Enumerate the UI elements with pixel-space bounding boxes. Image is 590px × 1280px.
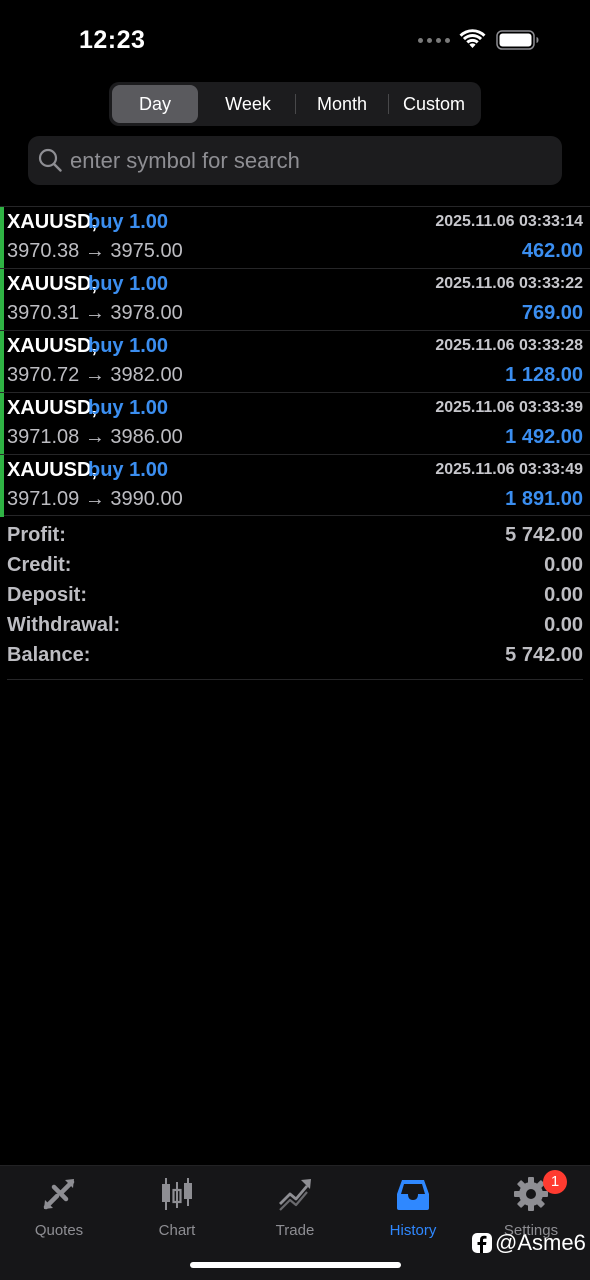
buy-indicator-bar — [0, 331, 4, 393]
trade-list: XAUUSD, buy 1.00 2025.11.06 03:33:14 397… — [0, 206, 590, 517]
price-arrow: → — [84, 488, 105, 510]
segment-month[interactable]: Month — [296, 85, 388, 123]
tab-label: History — [389, 1222, 437, 1239]
notification-badge: 1 — [543, 1170, 567, 1194]
status-bar: 12:23 — [0, 0, 590, 80]
trade-time: 2025.11.06 03:33:39 — [435, 399, 583, 416]
summary-withdrawal-row: Withdrawal: 0.00 — [7, 612, 583, 642]
price-arrow: → — [84, 364, 105, 386]
battery-icon — [496, 30, 539, 50]
tab-label: Quotes — [34, 1222, 84, 1239]
trade-profit: 1 128.00 — [505, 364, 583, 386]
status-time: 12:23 — [79, 26, 146, 54]
tab-trade[interactable]: Trade — [236, 1174, 354, 1240]
balance-value: 5 742.00 — [505, 644, 583, 666]
deposit-value: 0.00 — [544, 584, 583, 606]
period-segmented-control: Day Week Month Custom — [109, 82, 481, 126]
buy-indicator-bar — [0, 269, 4, 331]
trade-profit: 1 891.00 — [505, 488, 583, 510]
search-icon — [38, 148, 62, 172]
buy-indicator-bar — [0, 207, 4, 269]
facebook-icon — [472, 1233, 492, 1253]
trade-time: 2025.11.06 03:33:49 — [435, 461, 583, 478]
trade-symbol: XAUUSD, — [7, 211, 98, 233]
trade-type: buy 1.00 — [88, 335, 169, 357]
tab-history[interactable]: History — [354, 1174, 472, 1240]
trade-prices: 3970.31 → 3978.00 — [7, 302, 183, 325]
trade-row[interactable]: XAUUSD, buy 1.00 2025.11.06 03:33:49 397… — [0, 454, 590, 517]
trade-icon — [279, 1179, 311, 1211]
trade-time: 2025.11.06 03:33:28 — [435, 337, 583, 354]
profit-value: 5 742.00 — [505, 524, 583, 546]
price-arrow: → — [84, 240, 105, 262]
history-screen: 12:23 Day Week Month Custom enter symbol… — [0, 0, 590, 1280]
trade-row[interactable]: XAUUSD, buy 1.00 2025.11.06 03:33:22 397… — [0, 268, 590, 331]
withdrawal-value: 0.00 — [544, 614, 583, 636]
tab-label: Chart — [158, 1222, 196, 1239]
summary-profit-row: Profit: 5 742.00 — [7, 522, 583, 552]
close-price: 3986.00 — [110, 426, 183, 448]
open-price: 3971.08 — [7, 426, 80, 448]
summary-credit-row: Credit: 0.00 — [7, 552, 583, 582]
close-price: 3982.00 — [110, 364, 183, 386]
buy-indicator-bar — [0, 393, 4, 455]
credit-value: 0.00 — [544, 554, 583, 576]
balance-label: Balance: — [7, 644, 91, 666]
trade-profit: 462.00 — [521, 240, 583, 262]
trade-type: buy 1.00 — [88, 459, 169, 481]
open-price: 3971.09 — [7, 488, 80, 510]
signal-dots-icon — [418, 38, 450, 46]
trade-symbol: XAUUSD, — [7, 273, 98, 295]
price-arrow: → — [84, 302, 105, 324]
open-price: 3970.38 — [7, 240, 80, 262]
history-icon — [397, 1180, 429, 1210]
price-arrow: → — [84, 426, 105, 448]
trade-prices: 3970.38 → 3975.00 — [7, 240, 183, 263]
account-summary: Profit: 5 742.00 Credit: 0.00 Deposit: 0… — [7, 522, 583, 672]
withdrawal-label: Withdrawal: — [7, 614, 121, 636]
profit-label: Profit: — [7, 524, 66, 546]
summary-divider — [7, 679, 583, 680]
trade-type: buy 1.00 — [88, 397, 169, 419]
chart-icon — [162, 1178, 192, 1210]
deposit-label: Deposit: — [7, 584, 87, 606]
tab-quotes[interactable]: Quotes — [0, 1174, 118, 1240]
trade-prices: 3970.72 → 3982.00 — [7, 364, 183, 387]
trade-symbol: XAUUSD, — [7, 459, 98, 481]
trade-profit: 769.00 — [521, 302, 583, 324]
trade-row[interactable]: XAUUSD, buy 1.00 2025.11.06 03:33:39 397… — [0, 392, 590, 455]
trade-row[interactable]: XAUUSD, buy 1.00 2025.11.06 03:33:14 397… — [0, 206, 590, 269]
segment-custom[interactable]: Custom — [389, 85, 479, 123]
trade-type: buy 1.00 — [88, 273, 169, 295]
tab-chart[interactable]: Chart — [118, 1174, 236, 1240]
credit-label: Credit: — [7, 554, 72, 576]
tab-label: Trade — [275, 1222, 315, 1239]
open-price: 3970.31 — [7, 302, 80, 324]
summary-deposit-row: Deposit: 0.00 — [7, 582, 583, 612]
trade-row[interactable]: XAUUSD, buy 1.00 2025.11.06 03:33:28 397… — [0, 330, 590, 393]
segment-day[interactable]: Day — [112, 85, 198, 123]
segment-week[interactable]: Week — [201, 85, 295, 123]
summary-balance-row: Balance: 5 742.00 — [7, 642, 583, 672]
trade-symbol: XAUUSD, — [7, 397, 98, 419]
close-price: 3975.00 — [110, 240, 183, 262]
close-price: 3978.00 — [110, 302, 183, 324]
trade-symbol: XAUUSD, — [7, 335, 98, 357]
search-bar[interactable] — [28, 136, 562, 185]
search-input[interactable] — [70, 136, 550, 185]
trade-type: buy 1.00 — [88, 211, 169, 233]
buy-indicator-bar — [0, 455, 4, 517]
trade-prices: 3971.08 → 3986.00 — [7, 426, 183, 449]
home-indicator[interactable] — [190, 1262, 401, 1268]
watermark: @Asme6 — [472, 1230, 586, 1256]
close-price: 3990.00 — [110, 488, 183, 510]
trade-prices: 3971.09 → 3990.00 — [7, 488, 183, 511]
trade-time: 2025.11.06 03:33:14 — [435, 213, 583, 230]
trade-profit: 1 492.00 — [505, 426, 583, 448]
trade-time: 2025.11.06 03:33:22 — [435, 275, 583, 292]
wifi-icon — [459, 29, 486, 48]
open-price: 3970.72 — [7, 364, 80, 386]
quotes-icon — [43, 1179, 75, 1210]
watermark-text: @Asme6 — [495, 1230, 586, 1255]
